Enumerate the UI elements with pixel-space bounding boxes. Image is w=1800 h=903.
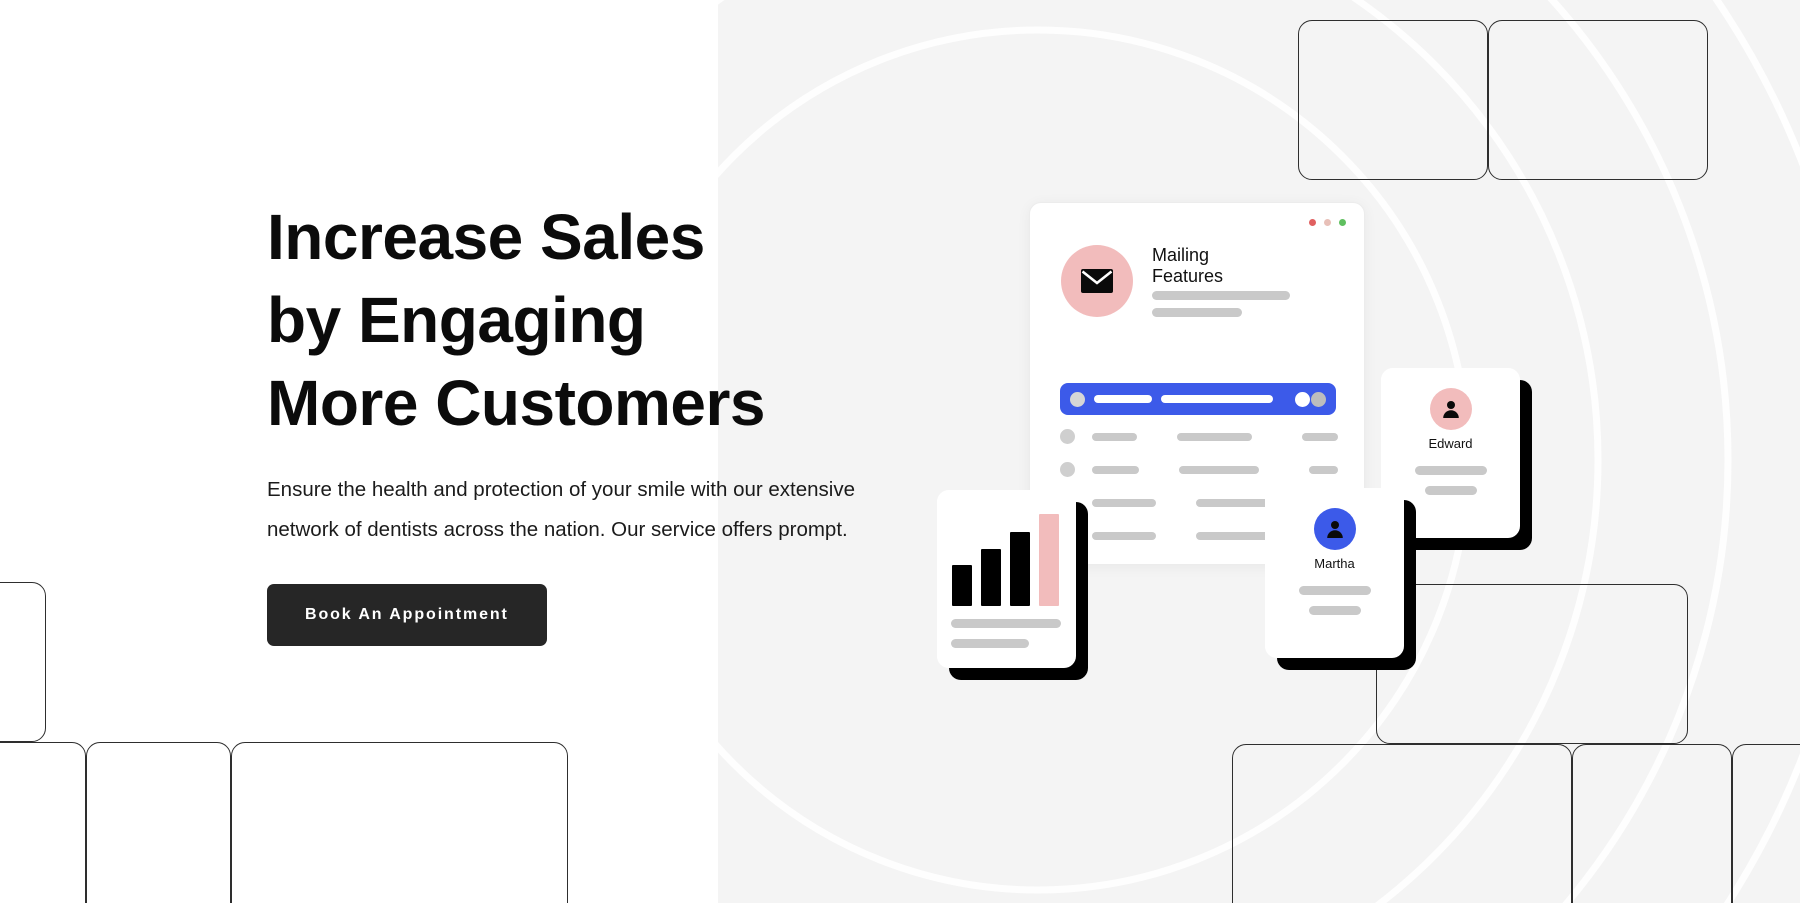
list-item-cell-1 (1092, 432, 1137, 441)
hero-subtitle: Ensure the health and protection of your… (267, 477, 855, 541)
analytics-card-surface (937, 490, 1076, 668)
list-item-cell-2 (1196, 498, 1272, 507)
list-item-cell-1 (1092, 531, 1156, 540)
decorative-box-top-right-2 (1488, 20, 1708, 180)
list-item-cell-2 (1179, 465, 1259, 474)
person-card-surface: Martha (1265, 488, 1404, 658)
bar-1 (952, 564, 972, 606)
avatar (1313, 508, 1356, 550)
analytics-card[interactable] (937, 490, 1088, 680)
decorative-box-bottom-left-3 (86, 742, 231, 903)
decorative-box-bottom-right-3 (1572, 744, 1732, 903)
row-action-icon-secondary[interactable] (1311, 391, 1326, 407)
window-dot-yellow[interactable] (1324, 219, 1331, 226)
window-controls (1309, 219, 1346, 226)
person-name: Martha (1314, 556, 1355, 571)
person-placeholder-line-2 (1424, 485, 1477, 495)
person-name: Edward (1428, 436, 1473, 451)
person-placeholder-line-1 (1414, 465, 1487, 475)
person-icon (1442, 401, 1459, 418)
decorative-box-top-right-1 (1298, 20, 1488, 180)
decorative-box-bottom-right-4 (1732, 744, 1800, 903)
analytics-placeholder-line-1 (951, 619, 1061, 628)
list-item[interactable] (1060, 429, 1339, 444)
hero-section: Increase Sales by Engaging More Customer… (0, 0, 1800, 903)
envelope-icon (1081, 269, 1113, 294)
list-item-cell-3 (1308, 465, 1338, 474)
bar-2 (981, 548, 1001, 606)
person-card-martha[interactable]: Martha (1265, 488, 1416, 670)
list-item[interactable] (1060, 462, 1338, 477)
mailing-header-placeholder-1 (1152, 291, 1290, 301)
bar-chart (952, 514, 1059, 606)
person-placeholder-line-2 (1308, 605, 1361, 615)
list-item-cell-1 (1092, 498, 1156, 507)
bar-3 (1010, 532, 1030, 606)
row-label-placeholder (1094, 395, 1152, 403)
decorative-box-bottom-left-1 (0, 582, 46, 742)
decorative-box-bottom-right-1 (1376, 584, 1688, 744)
mailing-card-title: Mailing Features (1152, 245, 1224, 287)
list-item-avatar-icon (1060, 429, 1075, 444)
mailing-header-placeholder-2 (1152, 308, 1242, 318)
highlighted-row[interactable] (1060, 383, 1336, 415)
window-dot-green[interactable] (1339, 219, 1346, 226)
list-item-cell-3 (1301, 432, 1339, 441)
decorative-box-bottom-left-4 (231, 742, 568, 903)
analytics-placeholder-line-2 (951, 639, 1029, 648)
list-item-cell-1 (1092, 465, 1140, 474)
book-appointment-button[interactable]: Book An Appointment (267, 583, 547, 646)
row-avatar-icon (1070, 391, 1085, 407)
row-body-placeholder (1161, 395, 1273, 403)
person-icon (1326, 521, 1343, 538)
list-item-avatar-icon (1060, 462, 1075, 477)
bar-4 (1039, 514, 1059, 606)
avatar (1429, 388, 1472, 430)
decorative-box-bottom-right-2 (1232, 744, 1572, 903)
page-title: Increase Sales by Engaging More Customer… (267, 201, 766, 440)
window-dot-red[interactable] (1309, 219, 1316, 226)
mailing-card-header: Mailing Features (1061, 245, 1290, 318)
row-action-icon-primary[interactable] (1295, 391, 1310, 407)
decorative-box-bottom-left-2 (0, 742, 86, 903)
list-item-cell-2 (1176, 432, 1252, 441)
person-placeholder-line-1 (1298, 585, 1371, 595)
hero-copy-column: Increase Sales by Engaging More Customer… (267, 196, 867, 646)
envelope-icon-badge (1061, 245, 1133, 318)
mailing-card-placeholder-lines (1152, 291, 1290, 318)
